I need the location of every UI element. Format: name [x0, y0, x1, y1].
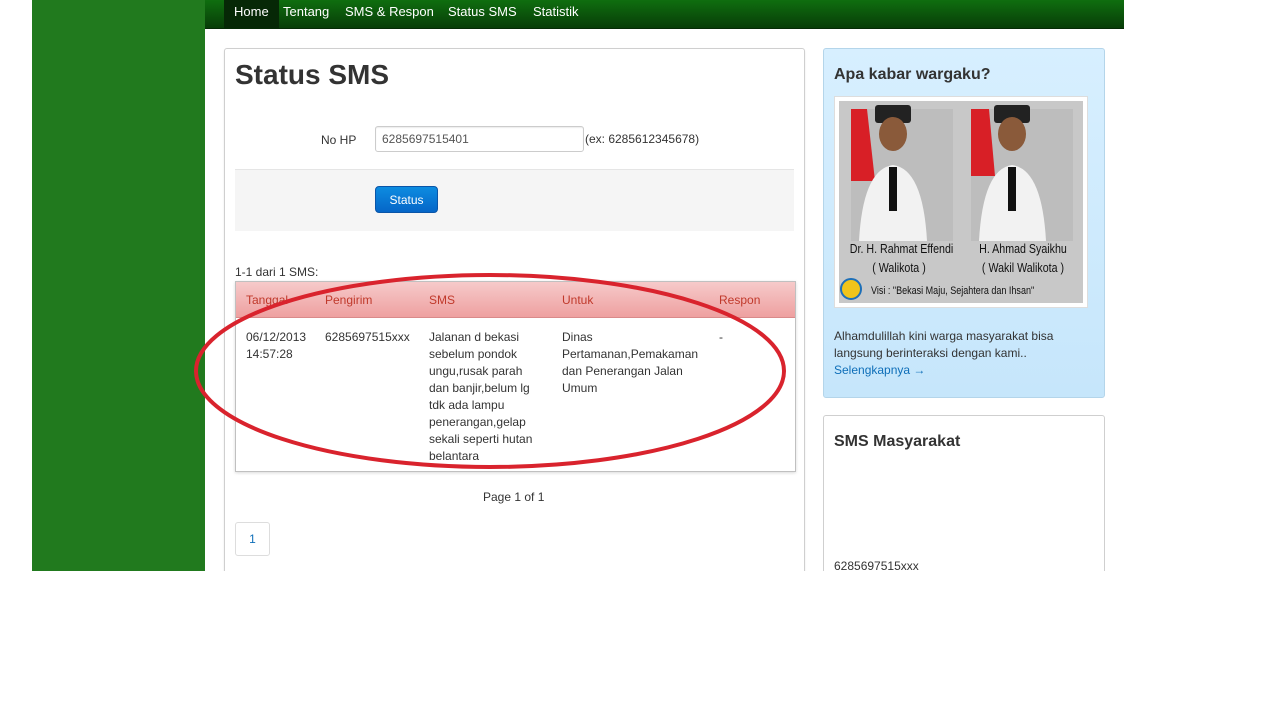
column-header-sms: SMS	[429, 293, 456, 307]
result-count: 1-1 dari 1 SMS:	[235, 265, 319, 279]
untuk-line: dan Penerangan Jalan	[562, 364, 683, 378]
leader2-role: ( Wakil Walikota )	[981, 260, 1065, 275]
cell-untuk: Dinas Pertamanan,Pemakaman dan Peneranga…	[562, 329, 707, 397]
leader1-role: ( Walikota )	[872, 260, 926, 275]
status-sms-panel: Status SMS No HP (ex: 6285612345678) Sta…	[224, 48, 805, 571]
column-header-pengirim: Pengirim	[325, 293, 373, 307]
column-header-respon: Respon	[719, 293, 761, 307]
body-line: langsung berinteraksi dengan kami..	[834, 346, 1027, 360]
public-sms-title: SMS Masyarakat	[834, 433, 961, 450]
cell-respon: -	[719, 330, 723, 344]
column-header-tanggal: Tanggal	[246, 293, 289, 307]
page-container: Status SMS No HP (ex: 6285612345678) Sta…	[205, 29, 1124, 571]
form-actions: Status	[235, 169, 794, 231]
column-header-untuk: Untuk	[562, 293, 594, 307]
vision-text: Visi : "Bekasi Maju, Sejahtera dan Ihsan…	[871, 285, 1035, 297]
page-link-1[interactable]: 1	[235, 522, 270, 556]
sms-line: sekali seperti hutan	[429, 432, 533, 446]
public-sms-card: SMS Masyarakat 6285697515xxx	[823, 415, 1105, 571]
cell-sms: Jalanan d bekasi sebelum pondok ungu,rus…	[429, 329, 549, 465]
screen: Home Tentang SMS & Respon Status SMS Sta…	[0, 0, 1280, 720]
welcome-card: Apa kabar wargaku? Dr. H. Rahmat Effendi…	[823, 48, 1105, 398]
sms-line: dan banjir,belum lg	[429, 381, 530, 395]
welcome-card-title: Apa kabar wargaku?	[834, 66, 991, 83]
read-more-link[interactable]: Selengkapnya →	[834, 362, 925, 379]
sms-line: belantara	[429, 449, 480, 463]
untuk-line: Umum	[562, 381, 598, 395]
phone-hint: (ex: 6285612345678)	[585, 132, 700, 146]
phone-label: No HP	[321, 133, 357, 147]
leaders-photo: Dr. H. Rahmat Effendi ( Walikota ) H. Ah…	[834, 96, 1088, 308]
status-button[interactable]: Status	[375, 186, 438, 213]
sms-line: sebelum pondok	[429, 347, 518, 361]
public-sms-sender: 6285697515xxx	[834, 559, 919, 571]
nav-home[interactable]: Home	[224, 0, 279, 28]
sms-line: tdk ada lampu	[429, 398, 505, 412]
cell-tanggal: 06/12/2013 14:57:28	[246, 329, 306, 363]
sms-line: ungu,rusak parah	[429, 364, 523, 378]
top-navbar: Home Tentang SMS & Respon Status SMS Sta…	[205, 0, 1124, 29]
nav-tentang[interactable]: Tentang	[273, 0, 339, 28]
untuk-line: Pertamanan,Pemakaman	[562, 347, 699, 361]
pagination-summary: Page 1 of 1	[483, 490, 545, 504]
nav-status-sms[interactable]: Status SMS	[438, 0, 527, 28]
phone-number-input[interactable]	[375, 126, 584, 152]
leaders-photo-image: Dr. H. Rahmat Effendi ( Walikota ) H. Ah…	[839, 101, 1083, 303]
page-title: Status SMS	[235, 59, 390, 90]
cell-pengirim: 6285697515xxx	[325, 330, 410, 344]
leader1-name: Dr. H. Rahmat Effendi	[849, 241, 954, 256]
table-header: Tanggal Pengirim SMS Untuk Respon	[236, 282, 795, 318]
sms-line: penerangan,gelap	[429, 415, 526, 429]
body-line: Alhamdulillah kini warga masyarakat bisa	[834, 329, 1054, 343]
cell-date: 06/12/2013	[246, 330, 307, 344]
welcome-card-body: Alhamdulillah kini warga masyarakat bisa…	[834, 328, 1088, 379]
untuk-line: Dinas	[562, 330, 593, 344]
nav-statistik[interactable]: Statistik	[523, 0, 589, 28]
sms-status-table: Tanggal Pengirim SMS Untuk Respon 06/12/…	[235, 281, 796, 472]
cell-time: 14:57:28	[246, 347, 293, 361]
sms-line: Jalanan d bekasi	[429, 330, 520, 344]
leader2-name: H. Ahmad Syaikhu	[979, 241, 1067, 256]
nav-sms-respon[interactable]: SMS & Respon	[335, 0, 444, 28]
